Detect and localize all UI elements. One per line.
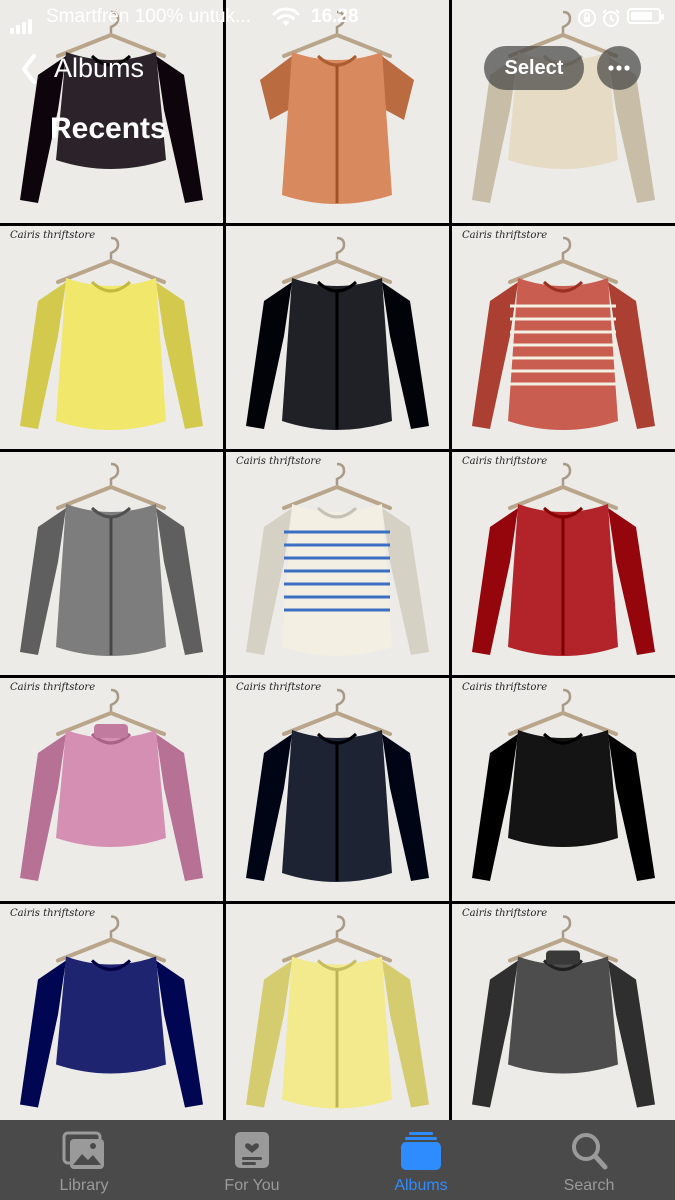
brand-watermark: Cairis thriftstore [10, 230, 96, 241]
photo-thumbnail[interactable] [0, 452, 223, 675]
tab-for-you[interactable]: For You [168, 1120, 336, 1200]
select-button[interactable]: Select [484, 46, 584, 90]
photo-thumbnail[interactable] [226, 226, 449, 449]
photo-thumbnail[interactable]: Cairis thriftstore [0, 678, 223, 901]
brand-watermark: Cairis thriftstore [462, 230, 548, 241]
photo-thumbnail[interactable]: Cairis thriftstore [452, 226, 675, 449]
page-title: Recents [50, 112, 167, 145]
photo-thumbnail[interactable]: Cairis thriftstore [452, 452, 675, 675]
for-you-icon [235, 1132, 269, 1168]
brand-watermark: Cairis thriftstore [10, 682, 96, 693]
photo-thumbnail[interactable]: Cairis thriftstore [226, 452, 449, 675]
photo-thumbnail[interactable]: Cairis thriftstore [452, 904, 675, 1128]
ellipsis-icon [608, 65, 630, 71]
photo-thumbnail[interactable] [226, 904, 449, 1128]
status-bar: Smartfren 100% untuk... 16.28 [0, 0, 675, 34]
photo-thumbnail[interactable]: Cairis thriftstore [0, 226, 223, 449]
clock: 16.28 [311, 6, 359, 27]
wifi-icon [272, 7, 300, 26]
brand-watermark: Cairis thriftstore [236, 456, 322, 467]
tab-albums[interactable]: Albums [337, 1120, 505, 1200]
more-button[interactable] [597, 46, 641, 90]
carrier-label: Smartfren 100% untuk... [46, 6, 251, 27]
photo-thumbnail[interactable]: Cairis thriftstore [452, 678, 675, 901]
tab-library[interactable]: Library [0, 1120, 168, 1200]
brand-watermark: Cairis thriftstore [462, 456, 548, 467]
signal-icon [10, 12, 34, 34]
tab-label: Search [563, 1177, 615, 1194]
tab-label: For You [224, 1177, 280, 1194]
tab-label: Albums [394, 1177, 448, 1194]
photo-thumbnail[interactable]: Cairis thriftstore [226, 678, 449, 901]
photo-library-icon [62, 1131, 104, 1169]
albums-icon [401, 1132, 441, 1170]
photo-thumbnail[interactable]: Cairis thriftstore [0, 904, 223, 1128]
tab-bar: Library For You Albums Search [0, 1120, 675, 1200]
rotation-lock-icon [578, 9, 596, 27]
brand-watermark: Cairis thriftstore [462, 908, 548, 919]
alarm-icon [602, 9, 620, 27]
brand-watermark: Cairis thriftstore [462, 682, 548, 693]
brand-watermark: Cairis thriftstore [236, 682, 322, 693]
tab-search[interactable]: Search [505, 1120, 673, 1200]
tab-label: Library [59, 1177, 109, 1194]
photo-grid: Cairis thriftstore Cairis thriftstore Cair… [0, 0, 675, 1128]
search-icon [572, 1133, 608, 1170]
back-chevron-icon[interactable] [18, 52, 56, 86]
battery-icon [627, 8, 664, 24]
brand-watermark: Cairis thriftstore [10, 908, 96, 919]
back-button[interactable]: Albums [54, 53, 144, 84]
